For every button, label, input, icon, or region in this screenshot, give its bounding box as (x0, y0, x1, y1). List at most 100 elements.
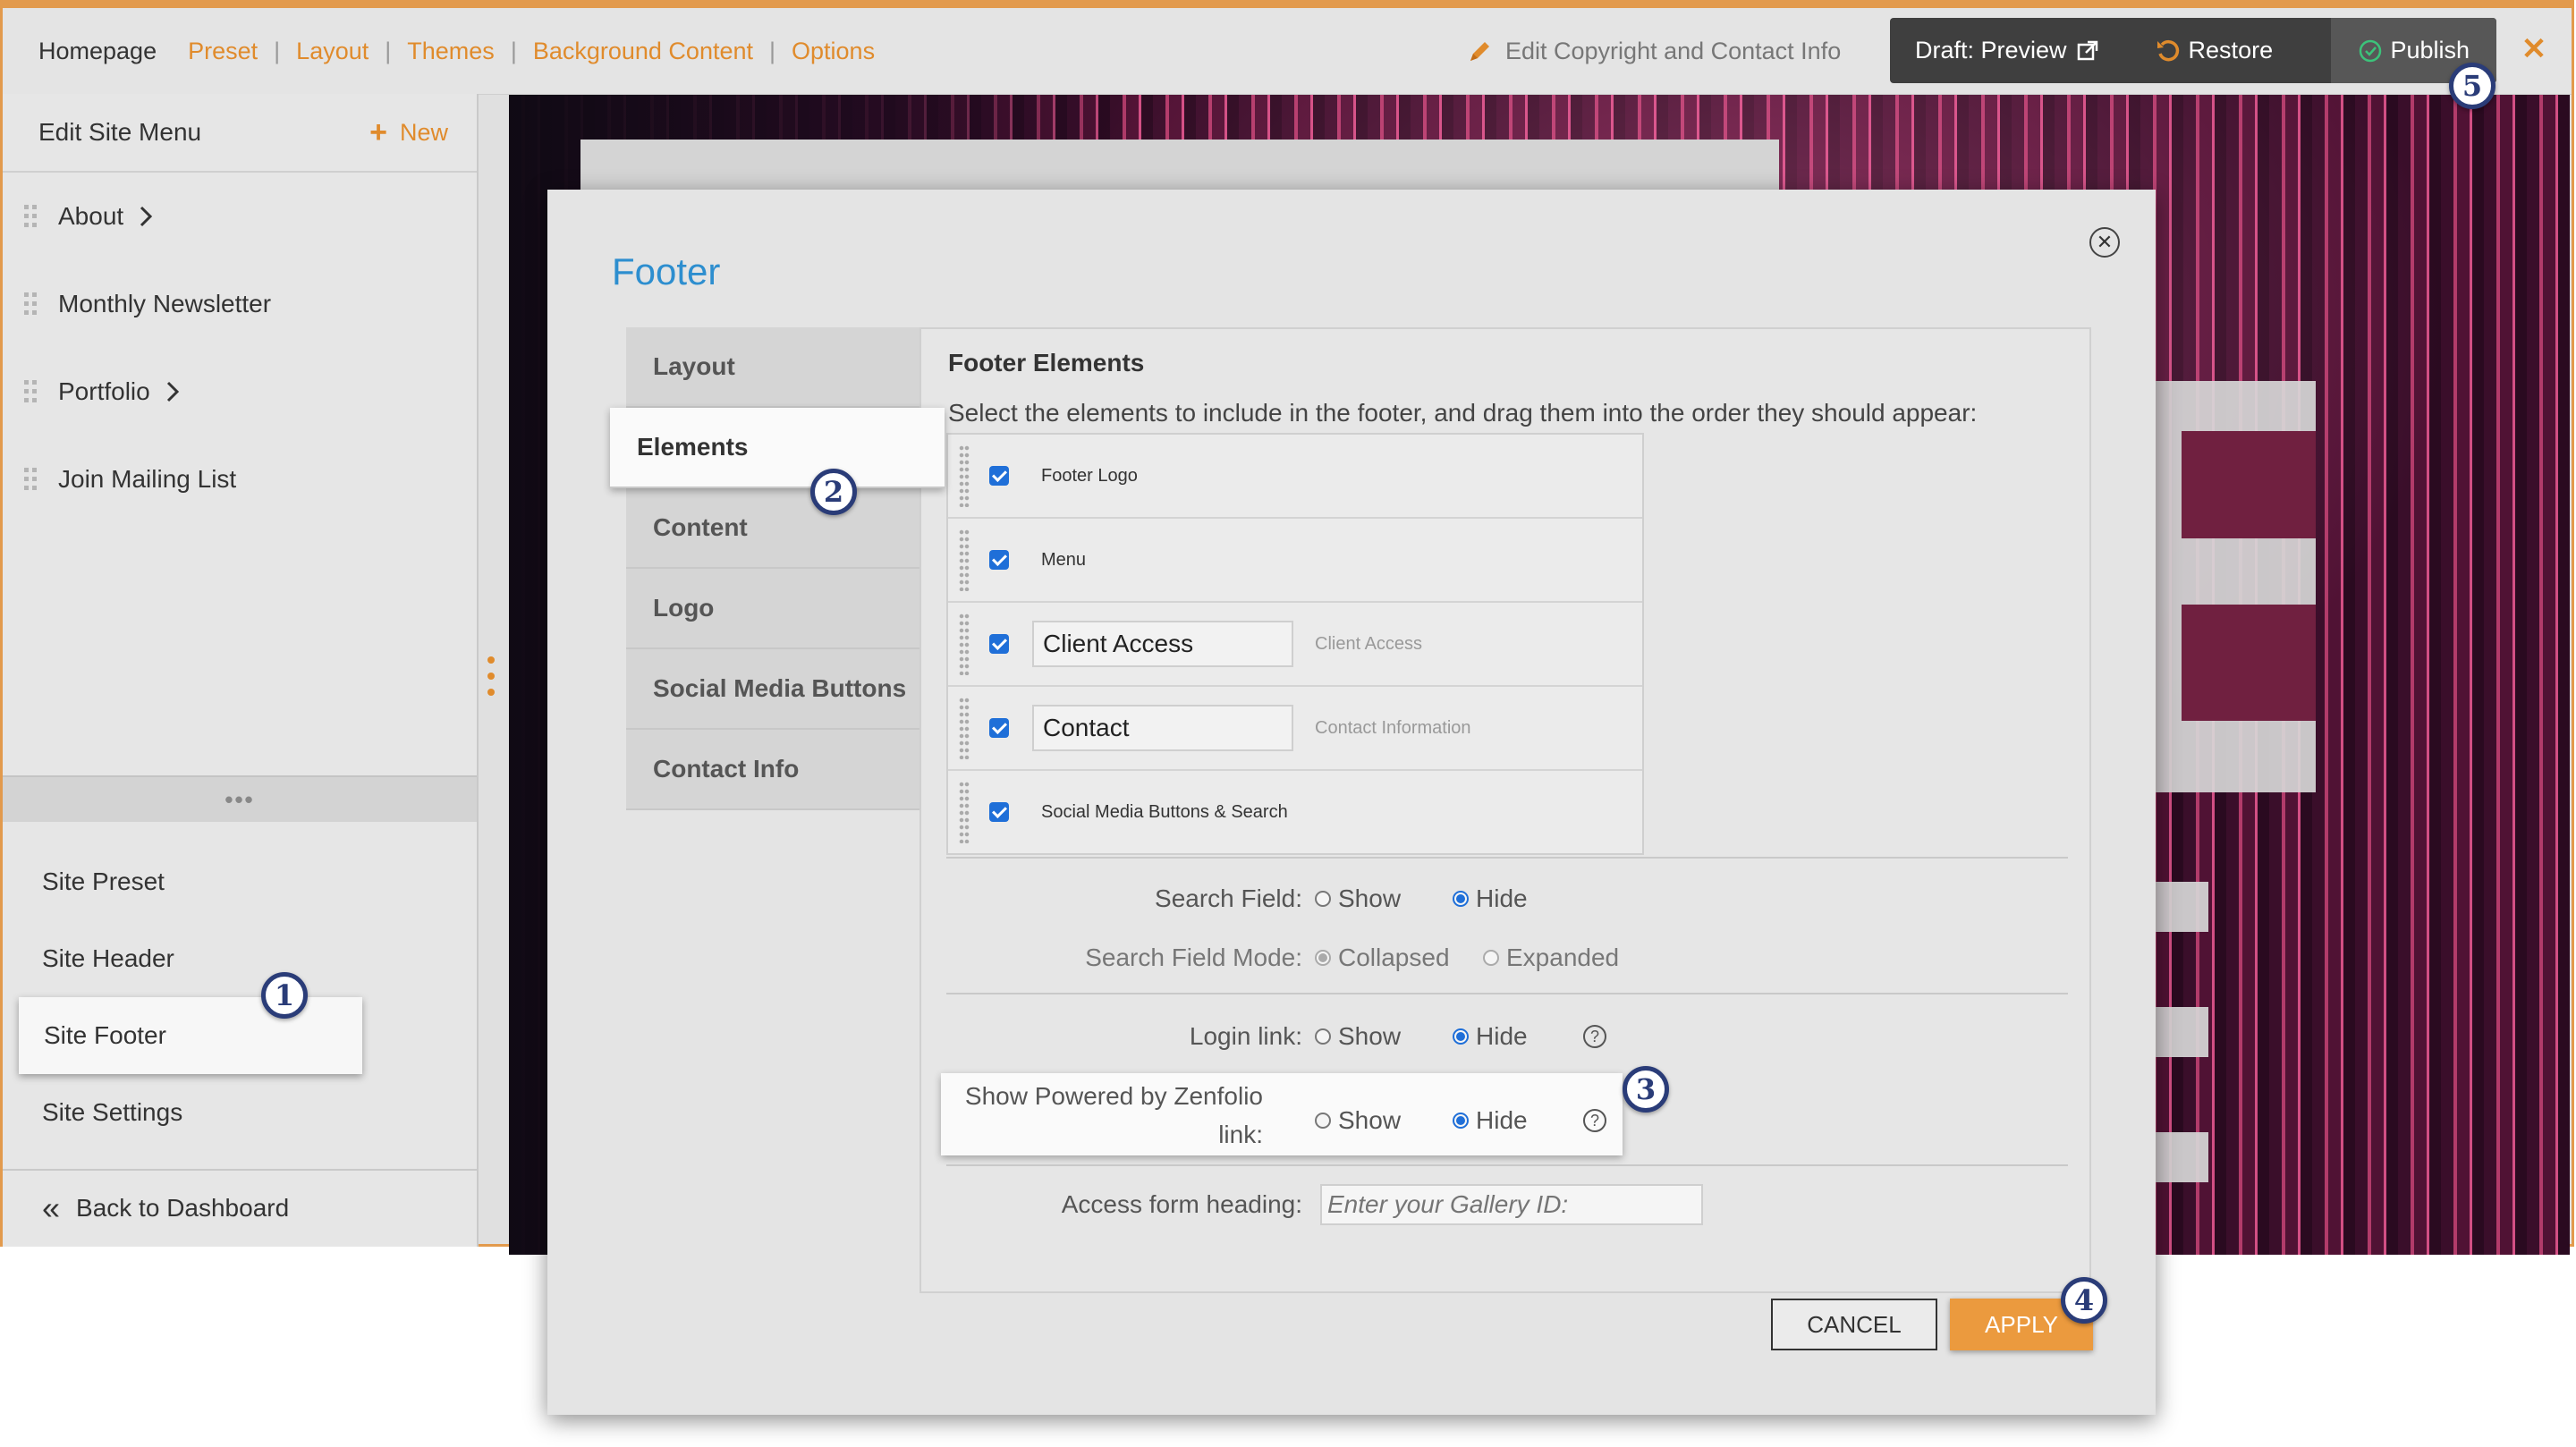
menu-item-label: About (58, 202, 124, 230)
menu-item-portfolio[interactable]: Portfolio (3, 348, 477, 436)
more-dots-icon: ••• (225, 785, 255, 813)
drag-handle-icon[interactable] (959, 781, 970, 843)
tab-contact-info[interactable]: Contact Info (626, 730, 919, 810)
tab-content[interactable]: Content (626, 488, 919, 569)
panel-intro: Select the elements to include in the fo… (948, 399, 1978, 427)
new-label: New (399, 118, 448, 146)
help-icon[interactable]: ? (1583, 1109, 1606, 1132)
edit-copyright-label: Edit Copyright and Contact Info (1505, 37, 1842, 64)
radio-dot (1315, 950, 1331, 966)
sidebar-section-divider[interactable]: ••• (3, 775, 477, 822)
dialog-tabs: Layout Elements Content Logo Social Medi… (610, 327, 945, 810)
search-mode-collapsed-radio[interactable]: Collapsed (1315, 935, 1450, 980)
access-form-heading-label: Access form heading: (1061, 1190, 1302, 1218)
tab-social-media-buttons[interactable]: Social Media Buttons (626, 649, 919, 730)
tab-layout[interactable]: Layout (626, 327, 919, 408)
close-editor-icon[interactable]: ✕ (2516, 31, 2552, 67)
draft-preview-button[interactable]: Draft: Preview (1890, 18, 2124, 83)
drag-handle-icon[interactable] (959, 444, 970, 507)
callout-5-badge: 5 (2449, 63, 2496, 109)
tab-elements[interactable]: Elements (610, 408, 945, 488)
menu-item-label: Join Mailing List (58, 465, 237, 493)
edit-copyright-link[interactable]: Edit Copyright and Contact Info (1466, 8, 1841, 94)
top-bar: Homepage | Preset | Layout | Themes | Backgr… (3, 8, 2572, 95)
list-item-client-access[interactable]: Client Access (948, 603, 1642, 687)
client-access-title-input[interactable] (1032, 621, 1293, 667)
element-hint: Contact Information (1315, 717, 1471, 738)
sidebar-title: Edit Site Menu (38, 118, 202, 146)
site-settings-item[interactable]: Site Settings (3, 1074, 477, 1151)
access-form-heading-input[interactable] (1320, 1184, 1703, 1225)
powered-by-label: Show Powered by Zenfolio link: (941, 1077, 1263, 1154)
powered-by-show-radio[interactable]: Show (1315, 1098, 1401, 1143)
back-label: Back to Dashboard (76, 1194, 290, 1222)
element-label: Menu (1041, 549, 1087, 570)
tab-logo[interactable]: Logo (626, 569, 919, 649)
plus-icon: + (369, 114, 387, 149)
element-label: Social Media Buttons & Search (1041, 801, 1288, 822)
external-link-icon (2077, 40, 2097, 60)
footer-elements-list: Footer Logo Menu Client Access Contact I… (946, 433, 1644, 855)
radio-label: Hide (1476, 1106, 1528, 1134)
nav-preset[interactable]: Preset (188, 38, 258, 65)
menu-checkbox[interactable] (989, 550, 1009, 570)
back-to-dashboard-link[interactable]: « Back to Dashboard (3, 1169, 477, 1246)
chevron-right-icon[interactable] (138, 205, 154, 228)
nav-separator: | (385, 37, 392, 64)
menu-item-join-mailing-list[interactable]: Join Mailing List (3, 436, 477, 523)
login-link-show-radio[interactable]: Show (1315, 1014, 1401, 1059)
search-mode-expanded-radio[interactable]: Expanded (1483, 935, 1619, 980)
site-header-item[interactable]: Site Header (3, 920, 477, 997)
site-item-label: Site Header (42, 944, 174, 972)
powered-by-label-line1: Show Powered by Zenfolio (964, 1082, 1263, 1110)
nav-homepage[interactable]: Homepage (38, 38, 157, 65)
contact-checkbox[interactable] (989, 718, 1009, 738)
top-nav: Homepage | Preset | Layout | Themes | Backgr… (38, 8, 875, 94)
callout-1-badge: 1 (261, 972, 308, 1019)
search-field-label: Search Field: (1155, 884, 1302, 912)
menu-item-monthly-newsletter[interactable]: Monthly Newsletter (3, 260, 477, 348)
sidebar-header: Edit Site Menu + New (3, 94, 477, 173)
site-preset-item[interactable]: Site Preset (3, 843, 477, 920)
list-item-social-media-search[interactable]: Social Media Buttons & Search (948, 771, 1642, 853)
footer-settings-dialog: Footer ✕ Layout Elements Content Logo So… (547, 190, 2156, 1415)
nav-options[interactable]: Options (792, 38, 875, 65)
menu-item-about[interactable]: About (3, 173, 477, 260)
nav-separator: | (510, 37, 517, 64)
sidebar-resize-handle[interactable] (487, 656, 496, 710)
drag-handle-icon[interactable] (959, 529, 970, 591)
panel-heading: Footer Elements (948, 349, 1145, 377)
search-field-mode-row: Search Field Mode: Collapsed Expanded (921, 935, 2089, 980)
restore-button[interactable]: Restore (2131, 18, 2297, 83)
cancel-button[interactable]: CANCEL (1771, 1299, 1937, 1350)
site-footer-item[interactable]: Site Footer (19, 997, 362, 1074)
callout-4-badge: 4 (2061, 1277, 2107, 1324)
nav-themes[interactable]: Themes (407, 38, 495, 65)
help-icon[interactable]: ? (1583, 1025, 1606, 1048)
search-field-show-radio[interactable]: Show (1315, 876, 1401, 921)
powered-by-hide-radio[interactable]: Hide (1453, 1098, 1528, 1143)
nav-background-content[interactable]: Background Content (533, 38, 753, 65)
list-item-contact[interactable]: Contact Information (948, 687, 1642, 771)
drag-handle-icon (24, 292, 37, 315)
preview-block (2149, 882, 2208, 932)
site-item-label: Site Preset (42, 867, 165, 895)
list-item-menu[interactable]: Menu (948, 519, 1642, 603)
radio-label: Show (1338, 884, 1402, 912)
footer-logo-checkbox[interactable] (989, 466, 1009, 486)
site-item-label: Site Footer (44, 1021, 166, 1049)
contact-title-input[interactable] (1032, 705, 1293, 751)
radio-dot (1453, 1028, 1469, 1045)
login-link-hide-radio[interactable]: Hide (1453, 1014, 1528, 1059)
drag-handle-icon[interactable] (959, 613, 970, 675)
close-dialog-icon[interactable]: ✕ (2089, 227, 2120, 258)
search-field-hide-radio[interactable]: Hide (1453, 876, 1528, 921)
list-item-footer-logo[interactable]: Footer Logo (948, 435, 1642, 519)
divider (946, 857, 2068, 859)
drag-handle-icon[interactable] (959, 697, 970, 759)
chevron-right-icon[interactable] (165, 380, 181, 403)
new-menu-item-button[interactable]: + New (369, 115, 448, 150)
social-media-search-checkbox[interactable] (989, 802, 1009, 822)
nav-layout[interactable]: Layout (296, 38, 369, 65)
client-access-checkbox[interactable] (989, 634, 1009, 654)
